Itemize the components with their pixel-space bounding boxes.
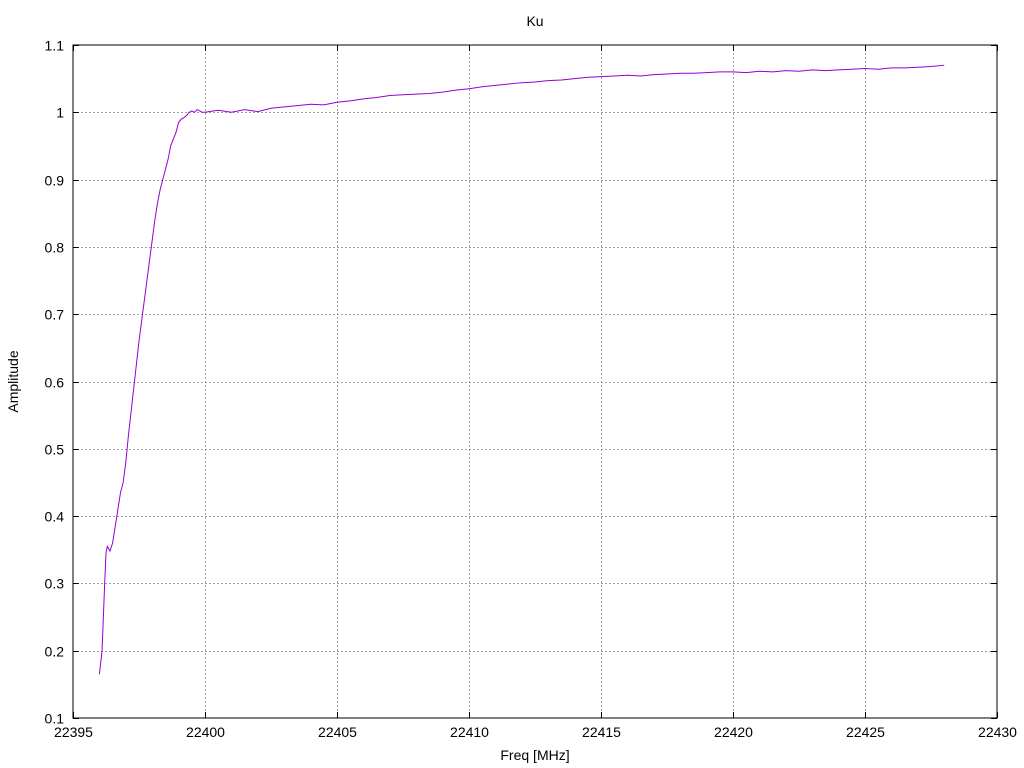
x-tick-label: 22410 xyxy=(450,724,489,740)
y-tick-label: 1.1 xyxy=(45,38,65,54)
y-tick-label: 0.1 xyxy=(45,711,65,727)
series-layer xyxy=(98,64,945,675)
y-tick-label: 0.8 xyxy=(45,240,65,256)
x-tick-label: 22425 xyxy=(846,724,885,740)
chart-title: Ku xyxy=(526,13,543,29)
y-tick-label: 0.3 xyxy=(45,576,65,592)
x-tick-label: 22400 xyxy=(186,724,225,740)
x-tick-label: 22415 xyxy=(582,724,621,740)
y-tick-label: 0.2 xyxy=(45,644,65,660)
grid xyxy=(73,45,997,718)
x-tick-label: 22420 xyxy=(714,724,753,740)
y-tick-label: 0.9 xyxy=(45,173,65,189)
series-line xyxy=(98,64,945,675)
axis-ticks xyxy=(73,45,998,719)
y-axis-label: Amplitude xyxy=(5,350,21,412)
y-tick-label: 0.5 xyxy=(45,442,65,458)
y-tick-label: 0.6 xyxy=(45,375,65,391)
x-tick-label: 22430 xyxy=(978,724,1017,740)
y-tick-label: 0.4 xyxy=(45,509,65,525)
y-tick-label: 1 xyxy=(56,105,64,121)
line-chart: 22395 22400 22405 22410 22415 22420 22425 22430… xyxy=(5,13,1018,763)
x-axis-label: Freq [MHz] xyxy=(500,747,569,763)
y-tick-label: 0.7 xyxy=(45,307,65,323)
tick-labels: 22395 22400 22405 22410 22415 22420 22425 22430… xyxy=(45,38,1018,741)
x-tick-label: 22405 xyxy=(318,724,357,740)
plot-frame xyxy=(72,44,998,719)
